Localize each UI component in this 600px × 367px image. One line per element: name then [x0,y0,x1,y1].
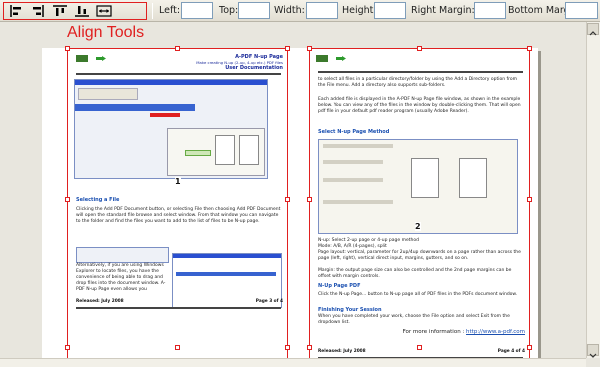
right-margin-input[interactable] [474,2,506,19]
resize-handle[interactable] [417,46,422,51]
body-text-1: Clicking the Add PDF Document button, or… [76,207,281,224]
screenshot-tooltip [185,150,211,156]
vertical-scrollbar[interactable] [586,22,600,358]
resize-handle[interactable] [175,46,180,51]
more-info-line: For more information : http://www.a-pdf.… [370,329,525,335]
option-row [323,178,383,182]
align-tools-callout: Align Tools [67,24,145,41]
alignment-toolbar: Left: Top: Width: Height: Right Margin: … [0,0,600,22]
footer-rule [76,307,281,309]
height-input[interactable] [374,2,406,19]
body-text-2: Alternatively, if you are using Windows … [76,263,166,292]
resize-handle[interactable] [527,46,532,51]
section-heading-2: N-Up Page PDF [318,283,361,289]
option-row [323,144,393,148]
screenshot-page-a [215,135,235,165]
align-tools-group [3,2,147,20]
resize-handle[interactable] [527,345,532,350]
resize-handle[interactable] [65,46,70,51]
fit-width-icon[interactable] [94,4,113,18]
screenshot-toolbar [78,88,138,100]
width-label: Width: [274,5,305,16]
page-frame-2[interactable]: to select all files in a particular dire… [309,48,530,367]
right-margin-label: Right Margin: [411,5,475,16]
toolbar-separator [152,3,153,19]
logo-icon [76,55,88,62]
nup-action-text: Click the N-up Page... button to N-up pa… [318,292,518,297]
left-input[interactable] [181,2,213,19]
screenshot-page-b [239,135,259,165]
align-right-icon[interactable] [28,4,47,18]
height-label: Height: [342,5,377,16]
resize-handle[interactable] [307,345,312,350]
header-rule [318,71,523,73]
intro-text: to select all files in a particular dire… [318,77,518,88]
section-heading-1: Select N-up Page Method [318,129,390,135]
resize-handle[interactable] [65,345,70,350]
inline-screenshot [76,247,169,263]
page-number-1: 1 [175,177,181,186]
bottom-margin-input[interactable] [565,2,598,19]
arrow-icon [96,56,106,61]
footer-left: Released: July 2008 [76,299,124,304]
left-label: Left: [159,5,181,16]
preview-page-b [459,158,487,198]
option-row [323,160,383,164]
align-left-icon[interactable] [6,4,25,18]
file-list-selected [176,272,276,276]
resize-handle[interactable] [285,197,290,202]
width-input[interactable] [306,2,338,19]
chevron-up-icon [589,31,597,36]
scroll-up-button[interactable] [587,23,599,36]
resize-handle[interactable] [307,197,312,202]
file-list-titlebar [173,254,281,258]
screenshot-titlebar [75,80,267,85]
horizontal-scrollbar[interactable] [0,358,586,367]
screenshot-label [150,113,180,117]
resize-handle[interactable] [65,197,70,202]
resize-handle[interactable] [527,197,532,202]
resize-handle[interactable] [285,46,290,51]
footer-right: Page 3 of 4 [255,299,283,304]
margin-text: Margin: the output page size can also be… [318,268,512,279]
section-heading: Selecting a File [76,197,120,203]
app-window: Left: Top: Width: Height: Right Margin: … [0,0,600,367]
align-top-icon[interactable] [50,4,69,18]
section-heading-3: Finishing Your Session [318,307,382,313]
footer-left: Released: July 2008 [318,349,366,354]
resize-handle[interactable] [417,345,422,350]
screenshot-selection [75,104,195,111]
finish-text: When you have completed your work, choos… [318,314,510,325]
page-number-2: 2 [415,222,421,231]
doc-title: User Documentation [225,65,283,71]
align-bottom-icon[interactable] [72,4,91,18]
option-row [323,200,393,204]
app-screenshot [74,79,268,179]
resize-handle[interactable] [307,46,312,51]
layout-text: Page layout: vertical, parameter for 2up… [318,250,521,261]
resize-handle[interactable] [175,345,180,350]
preview-page-a [411,158,439,198]
arrow-icon [336,56,346,61]
chevron-down-icon [589,353,597,358]
options-screenshot [318,139,518,234]
page-frame-1[interactable]: A-PDF N-up Page Make creating N-up (2-up… [67,48,288,367]
resize-handle[interactable] [285,345,290,350]
scroll-down-button[interactable] [587,344,599,358]
top-input[interactable] [238,2,270,19]
footer-right: Page 4 of 4 [497,349,525,354]
top-label: Top: [219,5,239,16]
file-window-text: Each added file is displayed in the A-PD… [318,97,521,114]
header-rule [76,73,281,75]
logo-icon [316,55,328,62]
website-link[interactable]: http://www.a-pdf.com [466,329,525,335]
more-info-label: For more information : [402,329,465,335]
